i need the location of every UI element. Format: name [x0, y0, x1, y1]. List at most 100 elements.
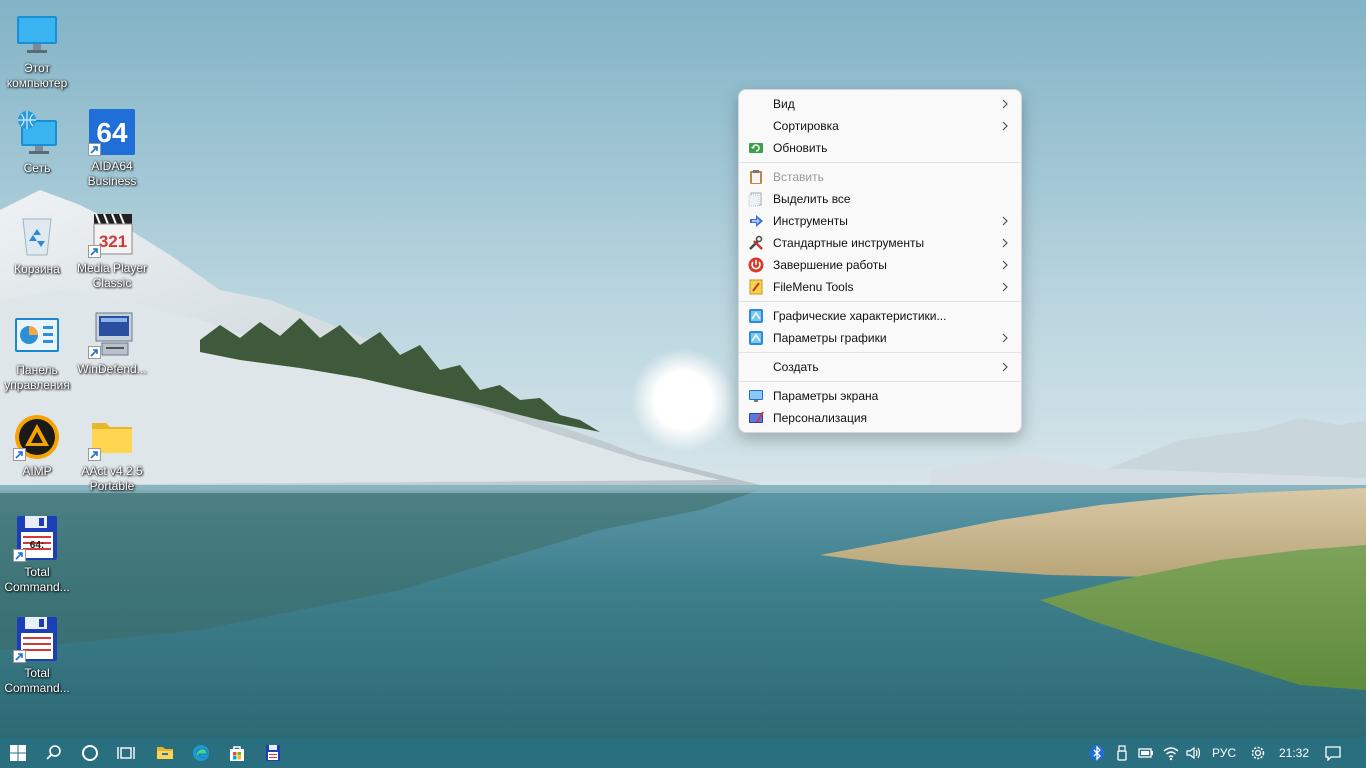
- desktop-icon-label: AIMP: [22, 464, 52, 478]
- menu-item-graphics-options[interactable]: Параметры графики: [739, 327, 1021, 349]
- desktop-icon-network[interactable]: Сеть: [1, 110, 73, 176]
- menu-item-display-settings[interactable]: Параметры экрана: [739, 385, 1021, 407]
- desktop-icon-total-commander-64[interactable]: 64: Total Command...: [1, 514, 73, 595]
- menu-item-label: Создать: [773, 360, 819, 374]
- clock[interactable]: 21:32: [1279, 746, 1309, 760]
- desktop-icon-label: Панель управления: [4, 363, 70, 392]
- menu-item-label: Параметры экрана: [773, 389, 879, 403]
- shortcut-arrow-icon: [13, 650, 26, 663]
- total-commander-icon: [266, 745, 280, 761]
- desktop-icon-control-panel[interactable]: Панель управления: [1, 312, 73, 393]
- desktop-icon-label: AAct v4.2.5 Portable: [81, 464, 143, 493]
- menu-separator: [739, 162, 1021, 163]
- file-explorer-icon: [157, 747, 173, 759]
- task-view-icon: [117, 747, 135, 759]
- chevron-right-icon: [1002, 216, 1008, 226]
- shortcut-arrow-icon: [13, 448, 26, 461]
- desktop-icon-label: Сеть: [23, 161, 51, 175]
- power-icon: [748, 257, 764, 273]
- select-all-icon: [748, 191, 764, 207]
- menu-item-graphics-properties[interactable]: Графические характеристики...: [739, 305, 1021, 327]
- menu-item-label: Стандартные инструменты: [773, 236, 925, 250]
- shortcut-arrow-icon: [13, 549, 26, 562]
- task-view-button[interactable]: [108, 738, 144, 768]
- menu-item-label: Выделить все: [773, 192, 851, 206]
- menu-item-refresh[interactable]: Обновить: [739, 137, 1021, 159]
- search-button[interactable]: [36, 738, 72, 768]
- total-commander-taskbar-button[interactable]: [255, 738, 291, 768]
- tc64-badge-text: 64:: [30, 540, 44, 551]
- menu-item-shutdown[interactable]: Завершение работы: [739, 254, 1021, 276]
- intel-graphics-icon: [748, 308, 764, 324]
- shortcut-arrow-icon: [88, 448, 101, 461]
- wallpaper-image: [0, 0, 1366, 738]
- desktop-icon-this-pc[interactable]: Этот компьютер: [1, 10, 73, 91]
- language-indicator[interactable]: РУС: [1212, 746, 1236, 760]
- filemenu-tools-icon: [748, 279, 764, 295]
- gear-icon[interactable]: [1250, 745, 1266, 761]
- menu-item-label: Вид: [773, 97, 795, 111]
- folder-icon: [88, 413, 136, 461]
- display-icon: [748, 388, 764, 404]
- menu-item-paste[interactable]: Вставить: [739, 166, 1021, 188]
- edge-icon: [193, 745, 209, 761]
- store-button[interactable]: [219, 738, 255, 768]
- usb-icon[interactable]: [1114, 745, 1130, 761]
- menu-item-tools[interactable]: Инструменты: [739, 210, 1021, 232]
- menu-item-filemenu-tools[interactable]: FileMenu Tools: [739, 276, 1021, 298]
- menu-item-label: Сортировка: [773, 119, 839, 133]
- wrench-icon: [748, 235, 764, 251]
- desktop-icon-label: Total Command...: [4, 666, 70, 695]
- aimp-icon: [13, 413, 61, 461]
- clipboard-icon: [748, 169, 764, 185]
- desktop-icon-windefender[interactable]: WinDefend...: [76, 311, 148, 377]
- total-commander-icon: [13, 615, 61, 663]
- start-button[interactable]: [0, 738, 36, 768]
- menu-item-new[interactable]: Создать: [739, 356, 1021, 378]
- desktop-icon-label: WinDefend...: [77, 362, 147, 376]
- windefender-icon: [88, 311, 136, 359]
- menu-separator: [739, 381, 1021, 382]
- notification-center-icon[interactable]: [1325, 745, 1341, 761]
- desktop-icon-aida64[interactable]: 64 AIDA64 Business: [76, 108, 148, 189]
- shortcut-arrow-icon: [88, 245, 101, 258]
- wifi-icon[interactable]: [1163, 745, 1179, 761]
- mpc-badge-text: 321: [99, 232, 127, 251]
- menu-item-view[interactable]: Вид: [739, 93, 1021, 115]
- menu-item-standard-tools[interactable]: Стандартные инструменты: [739, 232, 1021, 254]
- desktop-icon-media-player-classic[interactable]: 321 Media Player Classic: [76, 210, 148, 291]
- control-panel-icon: [13, 312, 61, 360]
- shortcut-arrow-icon: [88, 346, 101, 359]
- menu-item-label: FileMenu Tools: [773, 280, 854, 294]
- bluetooth-icon[interactable]: [1089, 745, 1105, 761]
- menu-item-label: Обновить: [773, 141, 828, 155]
- desktop-icon-aact-folder[interactable]: AAct v4.2.5 Portable: [76, 413, 148, 494]
- start-icon: [10, 745, 26, 761]
- desktop-icon-label: Корзина: [14, 262, 60, 276]
- chevron-right-icon: [1002, 362, 1008, 372]
- chevron-right-icon: [1002, 121, 1008, 131]
- aida64-badge-text: 64: [96, 117, 128, 148]
- desktop-icon-total-commander[interactable]: Total Command...: [1, 615, 73, 696]
- battery-icon[interactable]: [1138, 745, 1154, 761]
- menu-item-select-all[interactable]: Выделить все: [739, 188, 1021, 210]
- menu-item-sort[interactable]: Сортировка: [739, 115, 1021, 137]
- menu-item-personalization[interactable]: Персонализация: [739, 407, 1021, 429]
- aida64-icon: 64: [88, 108, 136, 156]
- menu-item-label: Инструменты: [773, 214, 848, 228]
- desktop-icon-label: AIDA64 Business: [87, 159, 137, 188]
- desktop-icon-aimp[interactable]: AIMP: [1, 413, 73, 479]
- edge-button[interactable]: [183, 738, 219, 768]
- volume-icon[interactable]: [1186, 745, 1202, 761]
- file-explorer-button[interactable]: [147, 738, 183, 768]
- desktop-icon-label: Этот компьютер: [6, 61, 68, 90]
- desktop-icon-label: Media Player Classic: [76, 261, 148, 290]
- taskbar: РУС 21:32: [0, 738, 1366, 768]
- desktop-icon-recycle-bin[interactable]: Корзина: [1, 211, 73, 277]
- menu-item-label: Завершение работы: [773, 258, 887, 272]
- cortana-button[interactable]: [72, 738, 108, 768]
- monitor-icon: [13, 10, 61, 58]
- desktop-wallpaper[interactable]: [0, 0, 1366, 738]
- chevron-right-icon: [1002, 260, 1008, 270]
- menu-separator: [739, 352, 1021, 353]
